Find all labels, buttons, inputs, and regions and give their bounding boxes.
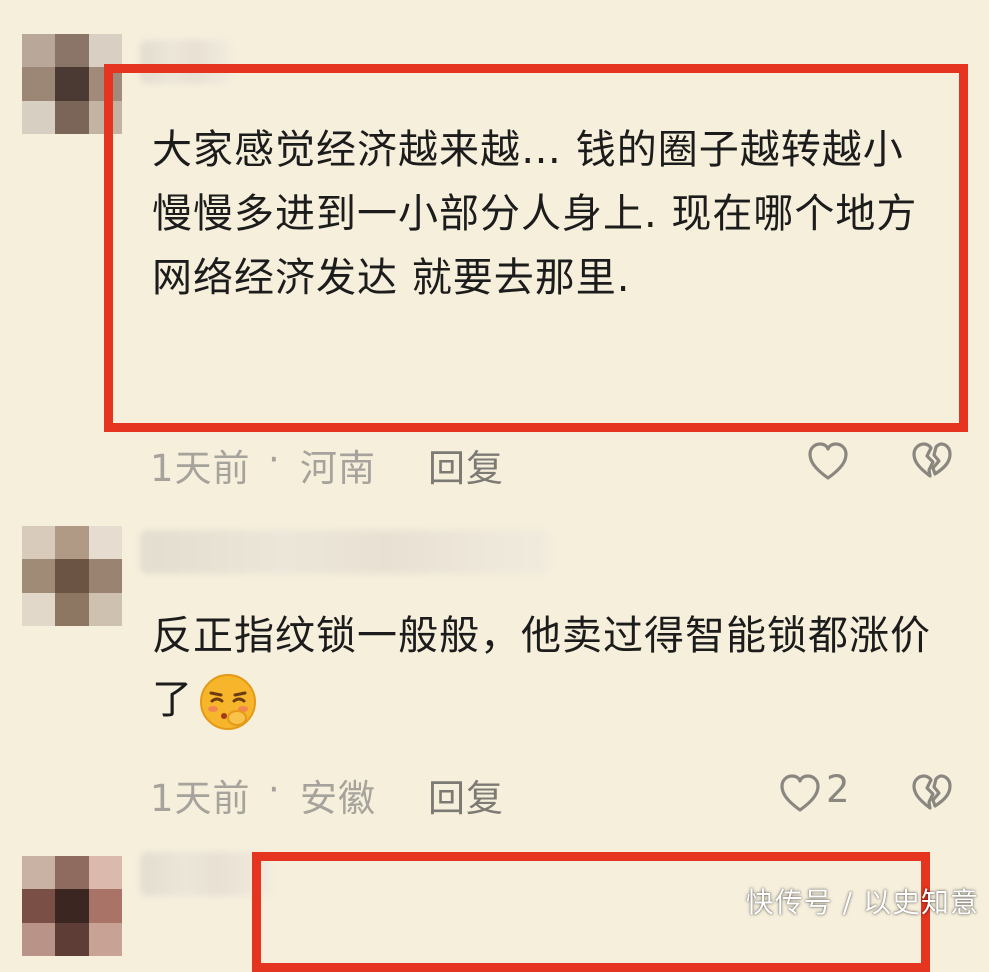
- dislike-button[interactable]: [910, 772, 954, 816]
- username-blurred[interactable]: [140, 852, 270, 896]
- comment-body: 反正指纹锁一般般，他卖过得智能锁都涨价了: [152, 613, 931, 723]
- heart-icon: [808, 442, 848, 480]
- comment-text: 反正指纹锁一般般，他卖过得智能锁都涨价了: [152, 604, 952, 733]
- reply-button[interactable]: 回复: [428, 438, 504, 492]
- meta-separator: ·: [268, 768, 281, 811]
- username-blurred[interactable]: [140, 530, 550, 574]
- like-count: 2: [826, 768, 850, 811]
- comment-location: 河南: [300, 447, 376, 490]
- avatar[interactable]: [22, 526, 122, 626]
- reply-button[interactable]: 回复: [428, 768, 504, 822]
- meta-separator: ·: [268, 438, 281, 481]
- broken-heart-icon: [912, 442, 952, 478]
- avatar[interactable]: [22, 856, 122, 956]
- shy-face-emoji: [200, 674, 256, 730]
- comment-text: 大家感觉经济越来越… 钱的圈子越转越小 慢慢多进到一小部分人身上. 现在哪个地方…: [152, 127, 918, 301]
- comment-location: 安徽: [300, 777, 376, 820]
- comment-time: 1天前: [150, 777, 251, 820]
- dislike-button[interactable]: [910, 440, 954, 484]
- broken-heart-icon: [912, 774, 952, 810]
- like-button[interactable]: [778, 772, 822, 816]
- watermark: 快传号 / 以史知意: [745, 886, 979, 919]
- heart-icon: [780, 774, 820, 812]
- like-button[interactable]: [806, 440, 850, 484]
- comment-time: 1天前: [150, 447, 251, 490]
